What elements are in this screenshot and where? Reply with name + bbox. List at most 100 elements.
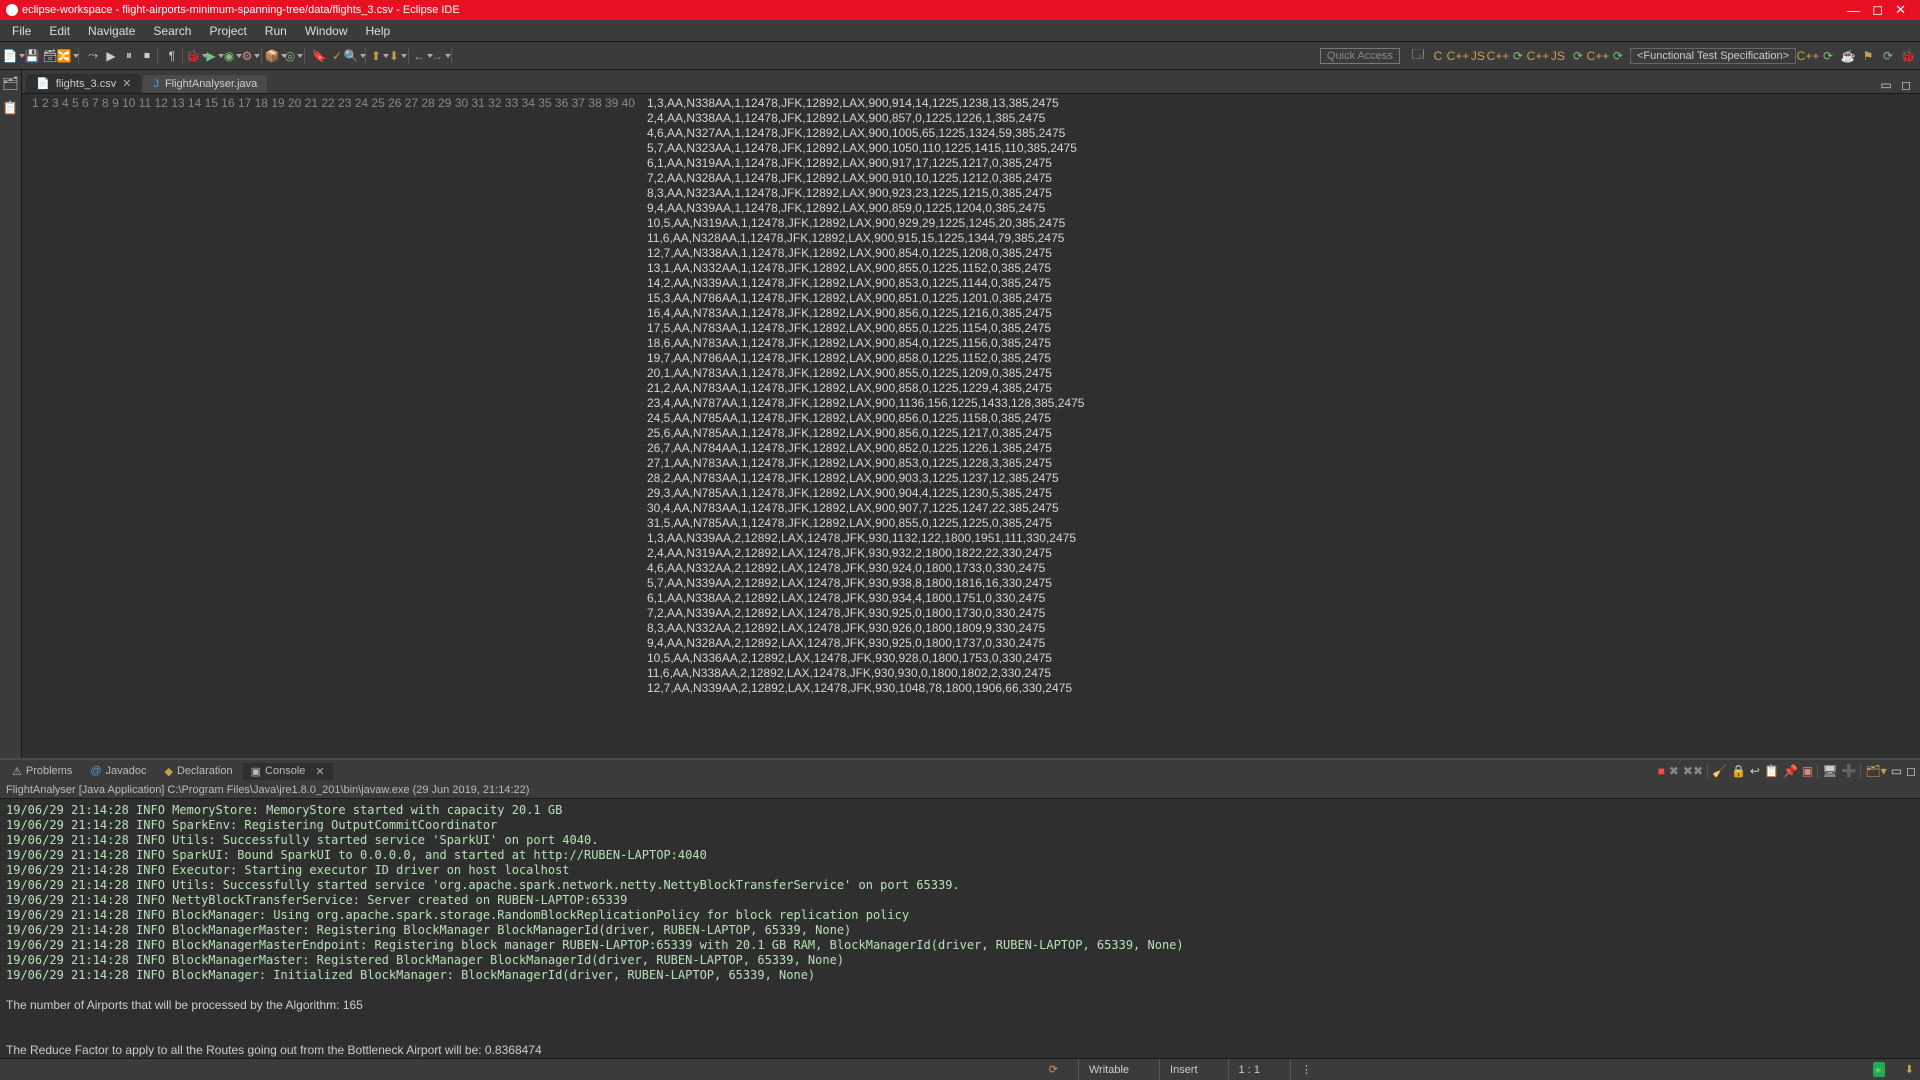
code-area[interactable]: 1 2 3 4 5 6 7 8 9 10 11 12 13 14 15 16 1… bbox=[22, 94, 1920, 758]
pilcrow-icon[interactable]: ¶ bbox=[164, 48, 180, 64]
new-dropdown-icon[interactable]: 📄 bbox=[6, 48, 22, 64]
menu-project[interactable]: Project bbox=[201, 22, 254, 40]
show-console-icon[interactable]: 📋 bbox=[1764, 764, 1779, 778]
new-package-icon[interactable]: 📦 bbox=[268, 48, 284, 64]
cpp-icon-5[interactable]: C++ bbox=[1800, 48, 1816, 64]
menu-run[interactable]: Run bbox=[257, 22, 295, 40]
menu-file[interactable]: File bbox=[4, 22, 39, 40]
tip-icon[interactable]: ▸ bbox=[1873, 1062, 1885, 1077]
word-wrap-icon[interactable]: ↩ bbox=[1750, 764, 1760, 778]
java-file-icon: J bbox=[153, 78, 159, 90]
main-toolbar: 📄 💾 🗃 🔀 ⤳ ▶ ⏸ ⏹ ¶ 🐞 ▶ ◉ ⚙ 📦 ◎ 🔖 ✓ 🔍 ⬆ ⬇ … bbox=[0, 42, 1920, 70]
terminate-icon[interactable]: ⏹ bbox=[139, 48, 155, 64]
new-class-icon[interactable]: ◎ bbox=[286, 48, 302, 64]
eclipse-logo-icon bbox=[6, 4, 18, 16]
remove-all-icon[interactable]: ✖✖ bbox=[1683, 764, 1703, 778]
refresh-icon-4[interactable]: ⟳ bbox=[1820, 48, 1836, 64]
terminate-console-icon[interactable]: ■ bbox=[1658, 764, 1665, 778]
minimize-editor-icon[interactable]: ▭ bbox=[1878, 77, 1894, 93]
bottom-panel: ⚠Problems @Javadoc ◆Declaration ▣Console… bbox=[0, 758, 1920, 1058]
restore-view-icon[interactable]: 🗂 bbox=[2, 76, 19, 92]
remove-launch-icon[interactable]: ✖ bbox=[1669, 764, 1679, 778]
maximize-editor-icon[interactable]: ◻ bbox=[1898, 77, 1914, 93]
menu-window[interactable]: Window bbox=[297, 22, 356, 40]
console-header: FlightAnalyser [Java Application] C:\Pro… bbox=[0, 782, 1920, 799]
new-console-view-icon[interactable]: ➕ bbox=[1841, 764, 1856, 778]
code-text[interactable]: 1,3,AA,N338AA,1,12478,JFK,12892,LAX,900,… bbox=[641, 94, 1920, 758]
minimize-button[interactable]: — bbox=[1847, 3, 1860, 18]
left-trim: 🗂 📋 bbox=[0, 70, 22, 758]
close-console-icon[interactable]: ✕ bbox=[315, 765, 324, 778]
problems-icon: ⚠ bbox=[12, 765, 22, 778]
cpp-icon-4[interactable]: C++ bbox=[1590, 48, 1606, 64]
tab-console[interactable]: ▣Console✕ bbox=[243, 763, 333, 780]
search-dropdown-icon[interactable]: 🔍 bbox=[347, 48, 363, 64]
menu-edit[interactable]: Edit bbox=[41, 22, 78, 40]
console-dropdown-icon[interactable]: 🗂▾ bbox=[1865, 764, 1886, 778]
open-type-icon[interactable]: 🔖 bbox=[311, 48, 327, 64]
tab-problems[interactable]: ⚠Problems bbox=[4, 763, 80, 780]
debug-persp-icon[interactable]: 🐞 bbox=[1900, 48, 1916, 64]
external-tools-icon[interactable]: ⚙ bbox=[243, 48, 259, 64]
java-persp-icon[interactable]: ☕ bbox=[1840, 48, 1856, 64]
cpp-icon-3[interactable]: C++ bbox=[1530, 48, 1546, 64]
tab-javadoc[interactable]: @Javadoc bbox=[82, 763, 154, 779]
run-dropdown-icon[interactable]: ▶ bbox=[207, 48, 223, 64]
close-button[interactable]: ✕ bbox=[1895, 2, 1906, 18]
save-icon[interactable]: 💾 bbox=[24, 48, 40, 64]
switch-editor-icon[interactable]: 🔀 bbox=[60, 48, 76, 64]
perspective-label: <Functional Test Specification> bbox=[1637, 50, 1789, 62]
open-perspective-icon[interactable]: 🗔 bbox=[1410, 48, 1426, 64]
pin-console-icon[interactable]: 📌 bbox=[1783, 764, 1798, 778]
outline-view-icon[interactable]: 📋 bbox=[2, 100, 18, 116]
annotation-next-icon[interactable]: ⬇ bbox=[390, 48, 406, 64]
resume-icon[interactable]: ▶ bbox=[103, 48, 119, 64]
statusbar: ⟳ Writable Insert 1 : 1 ⋮ ▸ ⬇ bbox=[0, 1058, 1920, 1080]
refresh-icon[interactable]: ⟳ bbox=[1510, 48, 1526, 64]
updates-icon[interactable]: ⬇ bbox=[1905, 1063, 1914, 1076]
menu-navigate[interactable]: Navigate bbox=[80, 22, 143, 40]
status-menu-icon[interactable]: ⋮ bbox=[1290, 1059, 1322, 1080]
tab-declaration[interactable]: ◆Declaration bbox=[157, 763, 241, 780]
editor: 📄 flights_3.csv ✕ J FlightAnalyser.java … bbox=[22, 70, 1920, 758]
declaration-icon: ◆ bbox=[165, 765, 173, 778]
suspend-icon[interactable]: ⏸ bbox=[121, 48, 137, 64]
clear-console-icon[interactable]: 🧹 bbox=[1712, 764, 1727, 778]
skip-breakpoints-icon[interactable]: ⤳ bbox=[85, 48, 101, 64]
js-icon[interactable]: JS bbox=[1470, 48, 1486, 64]
close-tab-icon[interactable]: ✕ bbox=[122, 77, 131, 90]
forward-history-icon[interactable]: → bbox=[433, 48, 449, 64]
tab-flights-csv[interactable]: 📄 flights_3.csv ✕ bbox=[26, 74, 141, 93]
js-icon-2[interactable]: JS bbox=[1550, 48, 1566, 64]
cpp-icon-2[interactable]: C++ bbox=[1490, 48, 1506, 64]
cpp-icon[interactable]: C++ bbox=[1450, 48, 1466, 64]
refresh-icon-2[interactable]: ⟳ bbox=[1570, 48, 1586, 64]
maximize-button[interactable]: ◻ bbox=[1872, 2, 1883, 18]
console-output[interactable]: 19/06/29 21:14:28 INFO MemoryStore: Memo… bbox=[0, 799, 1920, 1058]
minimize-console-icon[interactable]: ▭ bbox=[1891, 764, 1902, 778]
coverage-dropdown-icon[interactable]: ◉ bbox=[225, 48, 241, 64]
menu-help[interactable]: Help bbox=[358, 22, 399, 40]
menubar: File Edit Navigate Search Project Run Wi… bbox=[0, 20, 1920, 42]
back-history-icon[interactable]: ← bbox=[415, 48, 431, 64]
c-icon[interactable]: C bbox=[1430, 48, 1446, 64]
maximize-console-icon[interactable]: ◻ bbox=[1906, 764, 1916, 778]
annotation-prev-icon[interactable]: ⬆ bbox=[372, 48, 388, 64]
refresh-icon-5[interactable]: ⟳ bbox=[1880, 48, 1896, 64]
tab-label: flights_3.csv bbox=[56, 78, 117, 90]
scroll-lock-icon[interactable]: 🔒 bbox=[1731, 764, 1746, 778]
quick-access[interactable]: Quick Access bbox=[1320, 48, 1400, 64]
editor-tabs: 📄 flights_3.csv ✕ J FlightAnalyser.java … bbox=[22, 70, 1920, 94]
open-console-icon[interactable]: 🖥 bbox=[1822, 764, 1837, 778]
sync-icon[interactable]: ⟳ bbox=[1049, 1063, 1058, 1076]
status-writable: Writable bbox=[1078, 1059, 1139, 1080]
debug-dropdown-icon[interactable]: 🐞 bbox=[189, 48, 205, 64]
display-selected-icon[interactable]: ▣ bbox=[1802, 764, 1813, 778]
tab-flightanalyser-java[interactable]: J FlightAnalyser.java bbox=[143, 75, 267, 93]
line-numbers: 1 2 3 4 5 6 7 8 9 10 11 12 13 14 15 16 1… bbox=[22, 94, 641, 758]
refresh-icon-3[interactable]: ⟳ bbox=[1610, 48, 1626, 64]
perspective-button[interactable]: <Functional Test Specification> bbox=[1630, 48, 1796, 64]
menu-search[interactable]: Search bbox=[145, 22, 199, 40]
bottom-tabs: ⚠Problems @Javadoc ◆Declaration ▣Console… bbox=[0, 760, 1920, 782]
flag-icon[interactable]: ⚑ bbox=[1860, 48, 1876, 64]
